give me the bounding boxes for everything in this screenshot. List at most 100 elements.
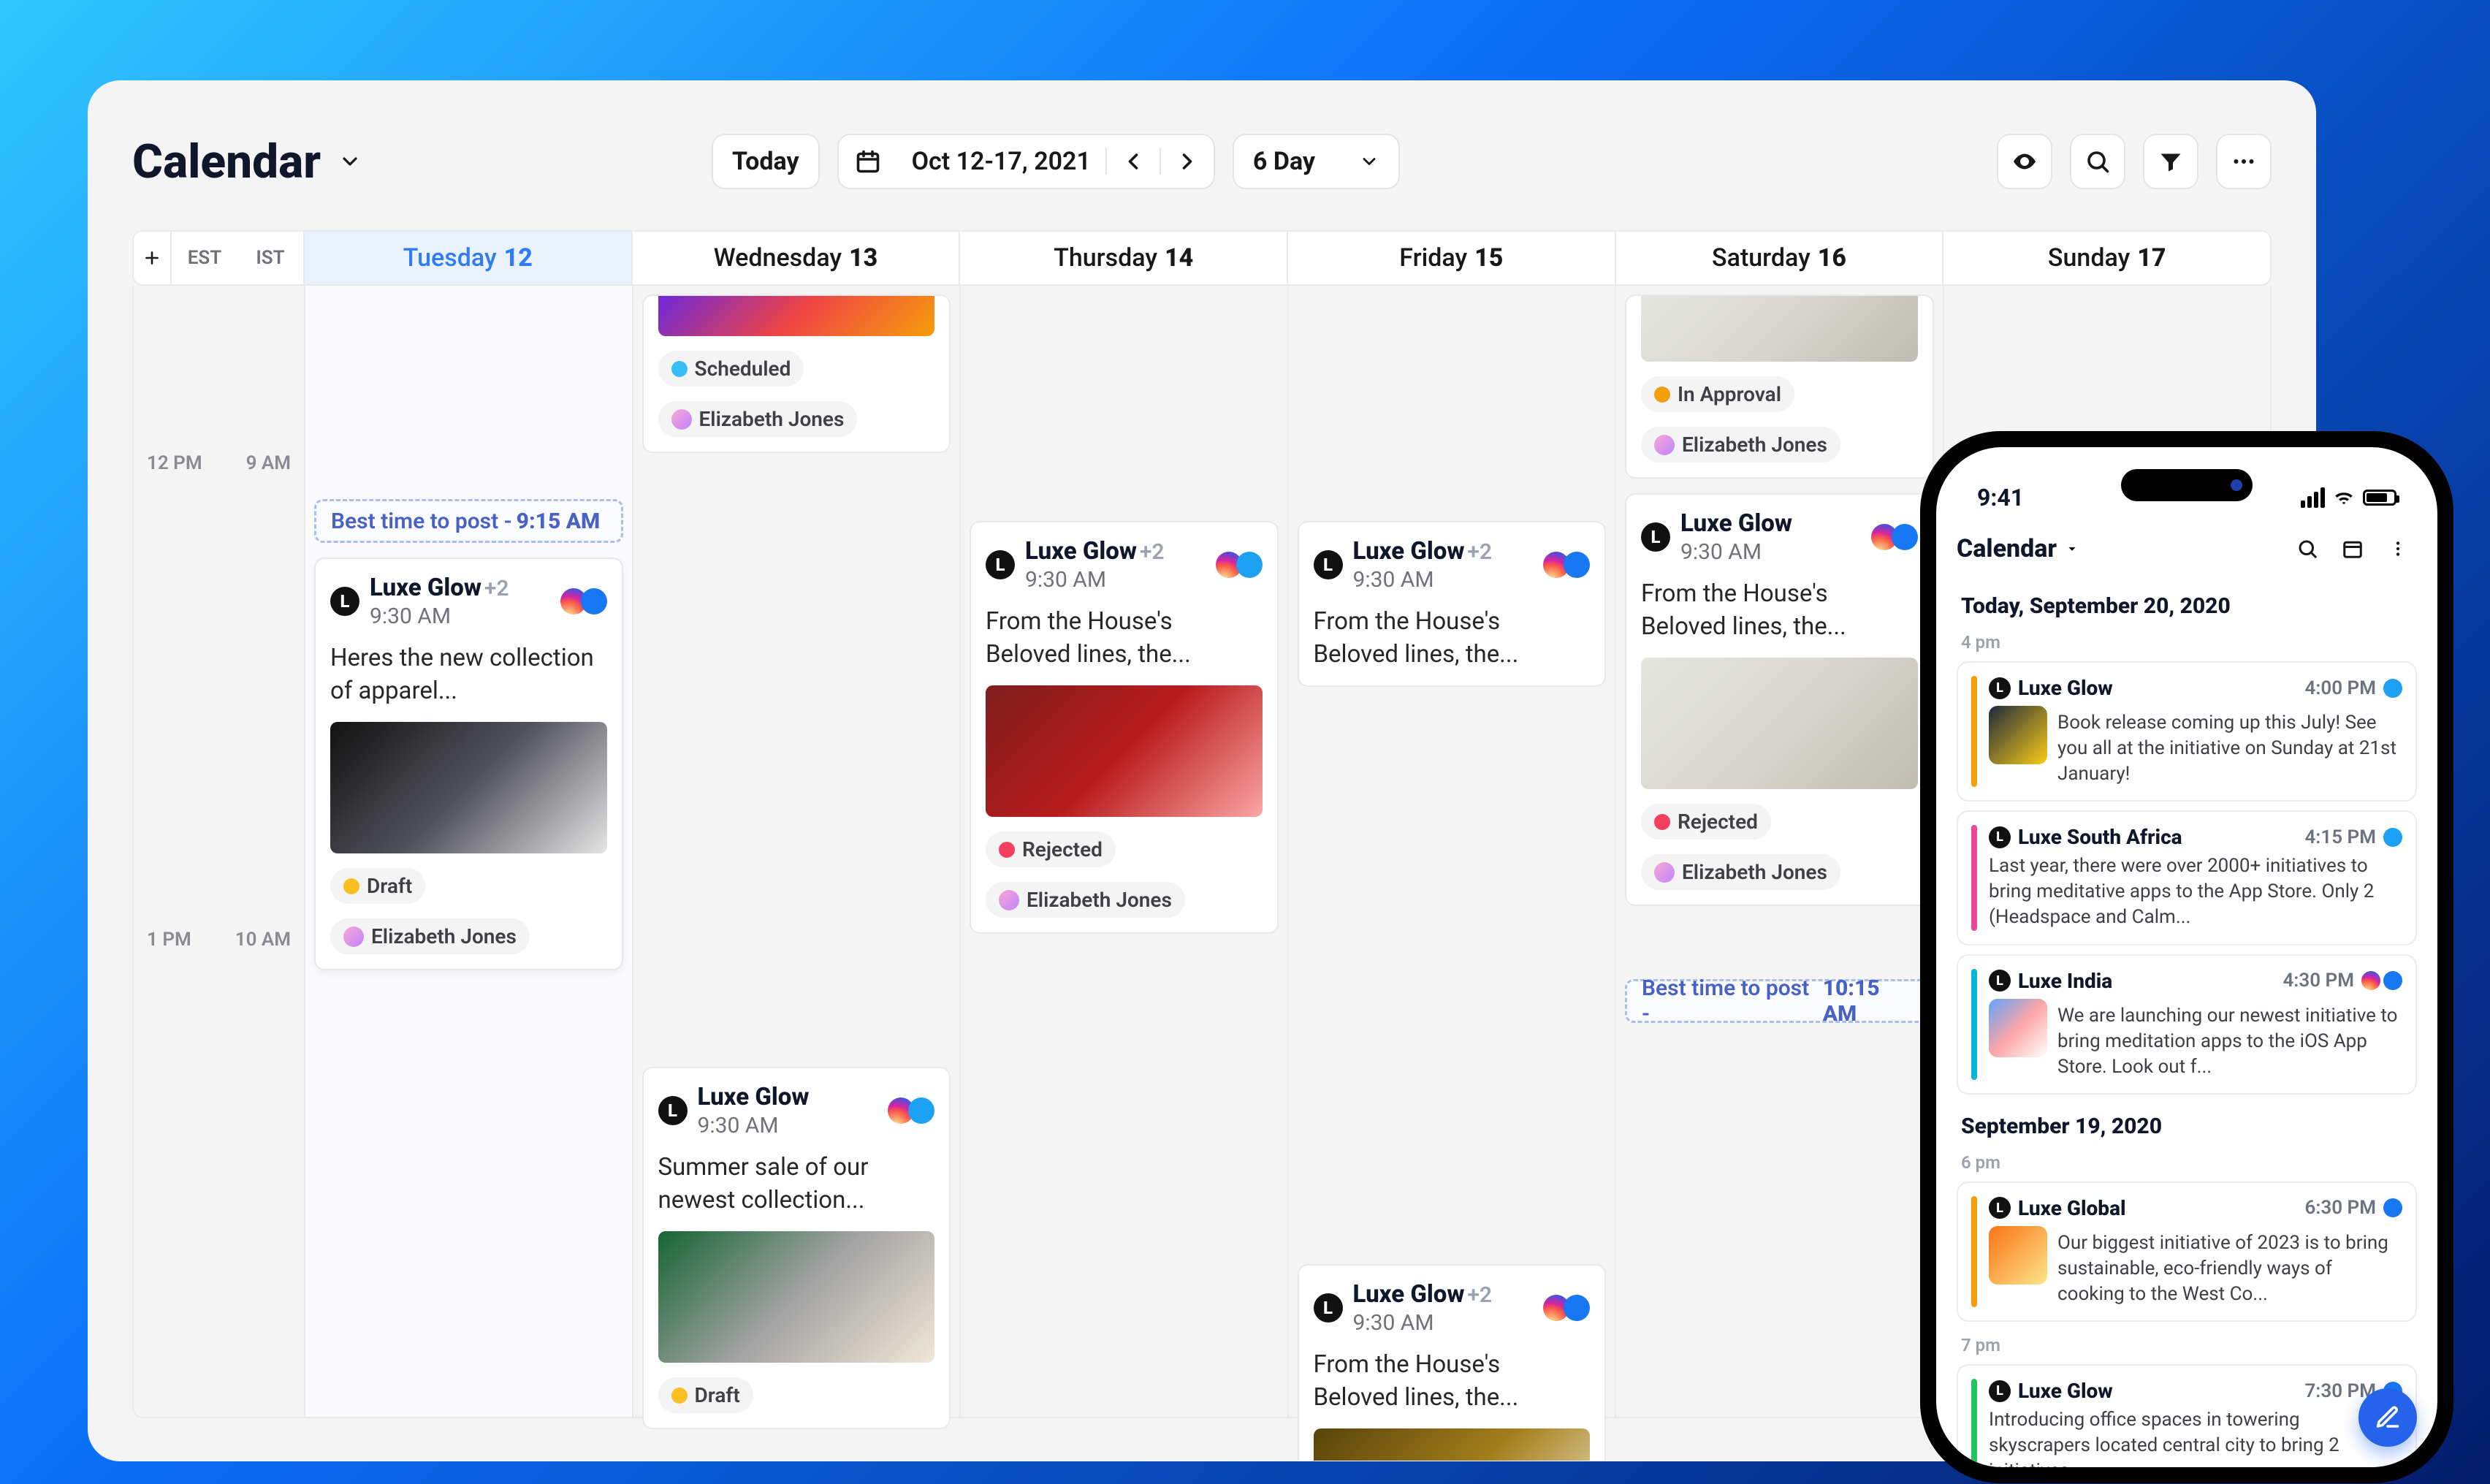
post-card[interactable]: L Luxe Glow +2 9:30 AM Heres the new col… (314, 558, 623, 970)
post-time: 6:30 PM (2304, 1197, 2376, 1219)
assignee-chip: Elizabeth Jones (986, 882, 1185, 918)
calendar-icon (855, 148, 881, 175)
visibility-button[interactable] (1997, 134, 2052, 189)
mobile-post-card[interactable]: L Luxe Glow 7:30 PM Introducing office s… (1957, 1364, 2417, 1467)
facebook-icon (1564, 1295, 1590, 1321)
extra-count: +2 (484, 576, 509, 601)
post-time: 9:30 AM (1353, 567, 1493, 593)
status-bar-accent (1971, 676, 1977, 787)
brand-name: Luxe Glow (1353, 537, 1465, 566)
mobile-post-card[interactable]: L Luxe South Africa 4:15 PM Last year, t… (1957, 810, 2417, 945)
post-card[interactable]: L Luxe Glow +2 9:30 AM From the House's … (1298, 521, 1607, 687)
chevron-right-icon (1174, 148, 1200, 175)
timezone-right[interactable]: IST (237, 247, 303, 269)
post-time: 9:30 AM (1353, 1310, 1493, 1336)
mobile-post-card[interactable]: L Luxe Glow 4:00 PM Book release coming … (1957, 661, 2417, 802)
day-column-sat[interactable]: In Approval Elizabeth Jones L Luxe Glow … (1615, 286, 1943, 1417)
brand-name: Luxe Glow (2018, 1379, 2113, 1403)
time-gutter: 12 PM 9 AM 1 PM 10 AM (134, 286, 304, 1417)
post-card[interactable]: In Approval Elizabeth Jones (1625, 294, 1934, 479)
day-column-tue[interactable]: Best time to post - 9:15 AM L Luxe Glow … (304, 286, 632, 1417)
date-range-picker[interactable]: Oct 12-17, 2021 (837, 134, 1215, 189)
mobile-post-card[interactable]: L Luxe India 4:30 PM We are launching ou… (1957, 954, 2417, 1095)
brand-name: Luxe Global (2018, 1196, 2126, 1220)
hour-label: 7 pm (1961, 1335, 2413, 1355)
mobile-title[interactable]: Calendar (1957, 534, 2057, 563)
networks (894, 1097, 934, 1124)
assignee-chip: Elizabeth Jones (330, 918, 530, 954)
extra-count: +2 (1467, 1282, 1492, 1308)
best-time-hint[interactable]: Best time to post - 10:15 AM (1625, 979, 1934, 1023)
day-header[interactable]: Friday15 (1287, 232, 1615, 284)
networks (1877, 524, 1918, 550)
next-button[interactable] (1161, 148, 1214, 175)
avatar-icon (999, 890, 1019, 910)
mobile-search-button[interactable] (2288, 530, 2326, 568)
post-time: 4:30 PM (2282, 970, 2354, 992)
post-body: From the House's Beloved lines, the... (986, 606, 1263, 671)
post-card[interactable]: Scheduled Elizabeth Jones (642, 294, 951, 453)
title-dropdown[interactable]: Calendar (132, 134, 694, 189)
post-thumbnail (1641, 658, 1918, 789)
assignee-chip: Elizabeth Jones (1641, 854, 1840, 890)
more-vertical-icon (2388, 539, 2407, 558)
day-header[interactable]: Thursday14 (959, 232, 1287, 284)
instagram-icon (2361, 971, 2380, 990)
days-header: EST IST Tuesday12 Wednesday13 Thursday14… (132, 230, 2272, 286)
day-column-thu[interactable]: L Luxe Glow +2 9:30 AM From the House's … (959, 286, 1287, 1417)
brand-name: Luxe Glow (370, 574, 481, 602)
networks (1222, 552, 1263, 578)
post-body: Book release coming up this July! See yo… (2057, 710, 2402, 787)
post-card[interactable]: L Luxe Glow +2 9:30 AM From the House's … (970, 521, 1279, 934)
today-button[interactable]: Today (712, 134, 820, 189)
post-thumbnail (658, 296, 935, 336)
post-time: 9:30 AM (698, 1113, 810, 1138)
timezone-left[interactable]: EST (172, 247, 237, 269)
facebook-icon (1564, 552, 1590, 578)
time-label: 9 AM (246, 452, 291, 474)
status-chip: Rejected (1641, 804, 1771, 840)
post-card[interactable]: L Luxe Glow +2 9:30 AM From the House's … (1298, 1264, 1607, 1461)
more-horizontal-icon (2231, 148, 2257, 175)
search-button[interactable] (2070, 134, 2125, 189)
post-card[interactable]: L Luxe Glow 9:30 AM From the House's Bel… (1625, 493, 1934, 906)
extra-count: +2 (1467, 539, 1492, 565)
more-button[interactable] (2216, 134, 2272, 189)
status-bar-accent (1971, 1196, 1977, 1307)
day-column-fri[interactable]: L Luxe Glow +2 9:30 AM From the House's … (1287, 286, 1615, 1417)
brand-avatar: L (1989, 826, 2011, 848)
caret-down-icon[interactable] (2064, 541, 2080, 557)
eye-icon (2011, 148, 2038, 175)
day-column-wed[interactable]: Scheduled Elizabeth Jones L Luxe Glow 9:… (632, 286, 960, 1417)
brand-name: Luxe Glow (1025, 537, 1137, 566)
assignee-chip: Elizabeth Jones (658, 401, 858, 437)
add-timezone-button[interactable] (134, 232, 172, 284)
prev-button[interactable] (1105, 148, 1161, 175)
filter-button[interactable] (2143, 134, 2198, 189)
time-label: 10 AM (235, 929, 291, 951)
section-header: September 19, 2020 (1961, 1114, 2413, 1139)
status-chip: Draft (330, 868, 425, 904)
brand-name: Luxe Glow (1680, 509, 1792, 538)
brand-name: Luxe Glow (2018, 676, 2113, 700)
day-header[interactable]: Wednesday13 (631, 232, 959, 284)
networks (566, 588, 607, 614)
mobile-more-button[interactable] (2379, 530, 2417, 568)
mobile-calendar-button[interactable] (2334, 530, 2372, 568)
battery-icon (2363, 490, 2396, 506)
compose-fab[interactable] (2358, 1388, 2417, 1447)
hour-label: 4 pm (1961, 632, 2413, 652)
mobile-post-card[interactable]: L Luxe Global 6:30 PM Our biggest initia… (1957, 1182, 2417, 1322)
view-mode-select[interactable]: 6 Day (1233, 134, 1400, 189)
phone-frame: 9:41 Calendar Today, September 20, 2020 … (1920, 431, 2453, 1483)
day-header[interactable]: Sunday17 (1942, 232, 2270, 284)
day-header[interactable]: Tuesday12 (303, 232, 631, 284)
twitter-icon (1236, 552, 1263, 578)
avatar-icon (671, 409, 692, 430)
day-header[interactable]: Saturday16 (1615, 232, 1943, 284)
brand-name: Luxe India (2018, 969, 2112, 993)
best-time-hint[interactable]: Best time to post - 9:15 AM (314, 499, 623, 543)
post-body: From the House's Beloved lines, the... (1641, 578, 1918, 643)
post-card[interactable]: L Luxe Glow 9:30 AM Summer sale of our n… (642, 1067, 951, 1429)
status-time: 9:41 (1977, 484, 2024, 511)
